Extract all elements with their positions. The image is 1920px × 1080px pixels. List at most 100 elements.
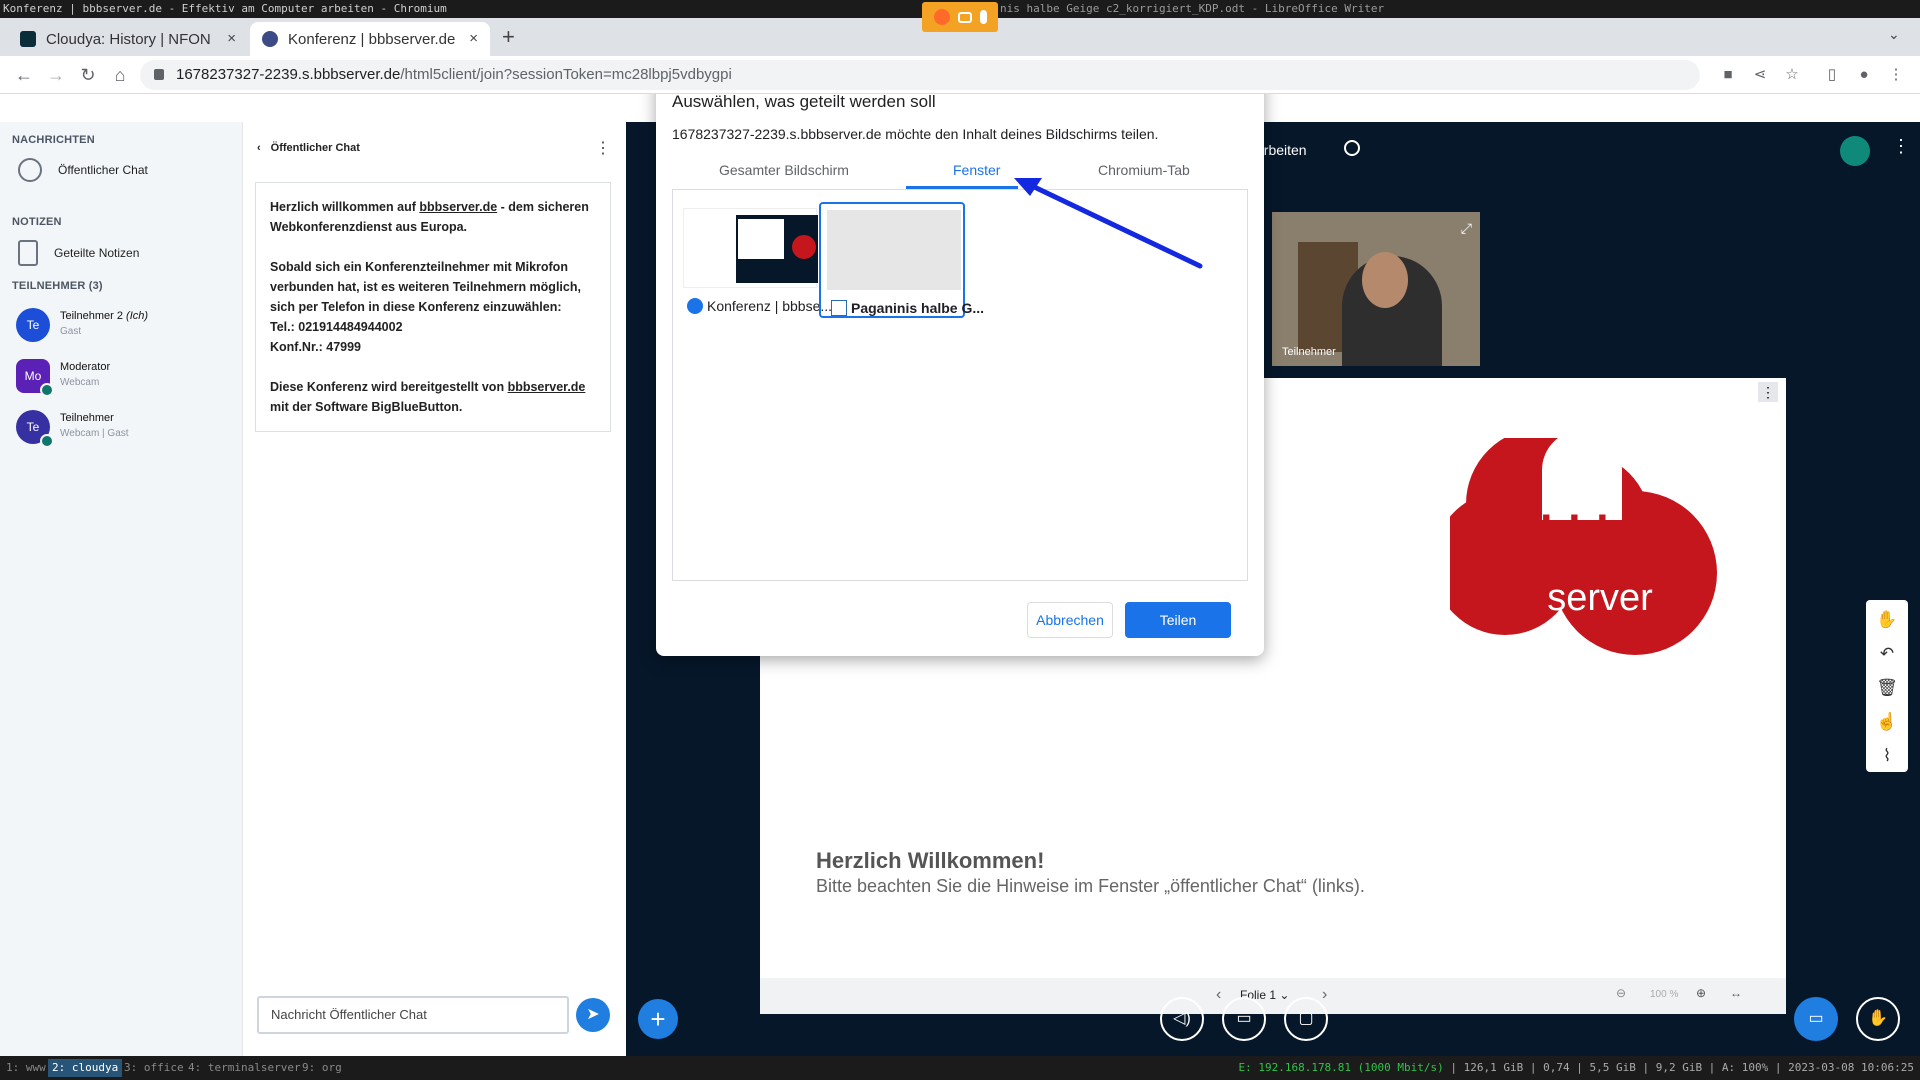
- undo-icon[interactable]: ↶: [1875, 642, 1899, 666]
- webcam-user-label: Teilnehmer: [1282, 346, 1336, 358]
- chevron-left-icon[interactable]: ‹: [257, 142, 261, 154]
- previous-slide-icon[interactable]: ‹: [1216, 986, 1221, 1004]
- dialog-title: Auswählen, was geteilt werden soll: [672, 94, 936, 111]
- page-content: NACHRICHTEN Öffentlicher Chat NOTIZEN Ge…: [0, 94, 1920, 1056]
- multi-user-icon[interactable]: ☝: [1875, 710, 1899, 734]
- webcam-status-icon: [40, 434, 54, 448]
- window-preview-image: [683, 208, 818, 288]
- browser-menu-icon[interactable]: ⋮: [1886, 65, 1906, 85]
- bookmark-star-icon[interactable]: ☆: [1782, 65, 1802, 85]
- bbbserver-link[interactable]: bbbserver.de: [508, 380, 586, 394]
- screen: Konferenz | bbbserver.de - Effektiv am C…: [0, 0, 1920, 1080]
- avatar: Mo: [16, 359, 54, 397]
- side-panel-icon[interactable]: ▯: [1822, 65, 1842, 85]
- window-option-label: Paganinis halbe G...: [851, 300, 985, 316]
- close-tab-icon[interactable]: ×: [469, 30, 478, 47]
- logo-text-server: server: [1547, 577, 1653, 619]
- logo-text-bbb: bbb: [1540, 506, 1624, 558]
- zoom-level: 100 %: [1650, 989, 1679, 1000]
- dialog-subtitle: 1678237327-2239.s.bbbserver.de möchte de…: [672, 126, 1159, 142]
- sidebar-item-public-chat[interactable]: Öffentlicher Chat: [18, 158, 148, 182]
- presentation-toggle-button[interactable]: ▭: [1794, 997, 1838, 1041]
- phone-number: Tel.: 021914484944002: [270, 320, 403, 334]
- participants-heading: TEILNEHMER (3): [12, 280, 103, 292]
- back-icon[interactable]: ←: [12, 64, 36, 86]
- system-stats: | 126,1 GiB | 0,74 | 5,5 GiB | 9,2 GiB |…: [1450, 1061, 1914, 1074]
- zoom-in-icon[interactable]: ⊕: [1696, 986, 1706, 1000]
- slide-subtitle: Bitte beachten Sie die Hinweise im Fenst…: [816, 876, 1365, 896]
- slide-navigation-bar: ‹ Folie 1 ⌄ › ⊖ 100 % ⊕ ↔: [760, 978, 1786, 1014]
- webcam-video[interactable]: Teilnehmer ⤢: [1272, 212, 1480, 366]
- fit-width-icon[interactable]: ↔: [1730, 986, 1742, 1000]
- tab-window[interactable]: Fenster: [953, 162, 1000, 178]
- tab-label: Konferenz | bbbserver.de: [288, 30, 456, 48]
- user-item[interactable]: Te Teilnehmer 2 (Ich) Gast: [16, 308, 148, 342]
- share-button[interactable]: Teilen: [1125, 602, 1231, 638]
- zoom-out-icon[interactable]: ⊖: [1616, 986, 1626, 1000]
- whiteboard-chart-icon[interactable]: ⌇: [1875, 744, 1899, 768]
- reload-icon[interactable]: ↻: [76, 64, 100, 86]
- chat-panel: ‹ Öffentlicher Chat ⋮ Herzlich willkommen…: [242, 122, 626, 1056]
- person-head-image: [1362, 252, 1408, 308]
- address-bar[interactable]: 1678237327-2239.s.bbbserver.de/html5clie…: [140, 60, 1700, 90]
- hand-tool-icon[interactable]: ✋: [1875, 608, 1899, 632]
- next-slide-icon[interactable]: ›: [1322, 986, 1327, 1004]
- browser-window: Cloudya: History | NFON × Konferenz | bb…: [0, 18, 1920, 1056]
- workspace-1[interactable]: 1: www: [2, 1059, 50, 1077]
- tab-konferenz[interactable]: Konferenz | bbbserver.de ×: [250, 22, 490, 56]
- options-menu-icon[interactable]: ⋮: [1892, 136, 1910, 157]
- network-status: E: 192.168.178.81 (1000 Mbit/s): [1238, 1061, 1444, 1074]
- user-status: Webcam | Gast: [60, 428, 129, 439]
- user-item[interactable]: Mo Moderator Webcam: [16, 359, 111, 397]
- window-preview-image: [827, 210, 961, 290]
- notes-icon: [18, 240, 38, 266]
- raise-hand-button[interactable]: ✋: [1856, 997, 1900, 1041]
- user-item[interactable]: Te Teilnehmer Webcam | Gast: [16, 410, 129, 448]
- workspace-4[interactable]: 4: terminalserver: [184, 1059, 305, 1077]
- camera-in-use-icon[interactable]: ■: [1718, 65, 1738, 85]
- bbbserver-link[interactable]: bbbserver.de: [419, 200, 497, 214]
- workspace-9[interactable]: 9: org: [298, 1059, 346, 1077]
- webcam-button[interactable]: ▭: [1222, 997, 1266, 1041]
- user-name: Teilnehmer 2: [60, 310, 123, 322]
- chat-header[interactable]: ‹ Öffentlicher Chat: [257, 142, 360, 154]
- actions-plus-button[interactable]: +: [638, 999, 678, 1039]
- notes-heading: NOTIZEN: [12, 216, 62, 228]
- home-icon[interactable]: ⌂: [108, 64, 132, 86]
- chat-message-input[interactable]: Nachricht Öffentlicher Chat: [257, 996, 569, 1034]
- forward-icon[interactable]: →: [44, 64, 68, 86]
- user-name: Moderator: [60, 361, 111, 373]
- tab-label: Cloudya: History | NFON: [46, 30, 211, 48]
- workspace-3[interactable]: 3: office: [120, 1059, 188, 1077]
- window-option-konferenz[interactable]: Konferenz | bbbse...: [677, 202, 832, 318]
- new-tab-button[interactable]: +: [502, 24, 515, 50]
- chat-options-icon[interactable]: ⋮: [595, 138, 611, 158]
- dial-in-info: Sobald sich ein Konferenzteilnehmer mit …: [270, 260, 581, 314]
- user-name: Teilnehmer: [60, 412, 114, 424]
- workspace-2[interactable]: 2: cloudya: [48, 1059, 123, 1077]
- background-window-title: nis halbe Geige c2_korrigiert_KDP.odt - …: [1000, 2, 1385, 15]
- sharing-indicator[interactable]: [922, 2, 998, 32]
- recording-icon[interactable]: [1344, 140, 1360, 156]
- slide-options-icon[interactable]: ⋮: [1758, 382, 1778, 402]
- share-icon[interactable]: ⋖: [1750, 65, 1770, 85]
- sidebar-item-shared-notes[interactable]: Geteilte Notizen: [18, 240, 139, 266]
- screenshare-button[interactable]: ▢: [1284, 997, 1328, 1041]
- tab-entire-screen[interactable]: Gesamter Bildschirm: [719, 162, 849, 178]
- cancel-button[interactable]: Abbrechen: [1027, 602, 1113, 638]
- window-option-libreoffice[interactable]: Paganinis halbe G...: [819, 202, 984, 318]
- send-message-button[interactable]: ➤: [576, 998, 610, 1032]
- user-role: Gast: [60, 326, 82, 337]
- bbb-favicon-icon: [262, 31, 278, 47]
- connection-status-icon[interactable]: [1840, 136, 1870, 166]
- tab-list-chevron-icon[interactable]: ⌄: [1888, 26, 1900, 43]
- profile-avatar-icon[interactable]: ●: [1854, 65, 1874, 85]
- audio-button[interactable]: ◁): [1160, 997, 1204, 1041]
- trash-icon[interactable]: 🗑: [1875, 676, 1899, 700]
- avatar: Te: [16, 308, 50, 342]
- close-tab-icon[interactable]: ×: [227, 30, 236, 47]
- tab-cloudya[interactable]: Cloudya: History | NFON ×: [8, 22, 248, 56]
- fullscreen-icon[interactable]: ⤢: [1461, 220, 1472, 237]
- messages-heading: NACHRICHTEN: [12, 134, 95, 146]
- user-me-tag: (Ich): [126, 310, 149, 322]
